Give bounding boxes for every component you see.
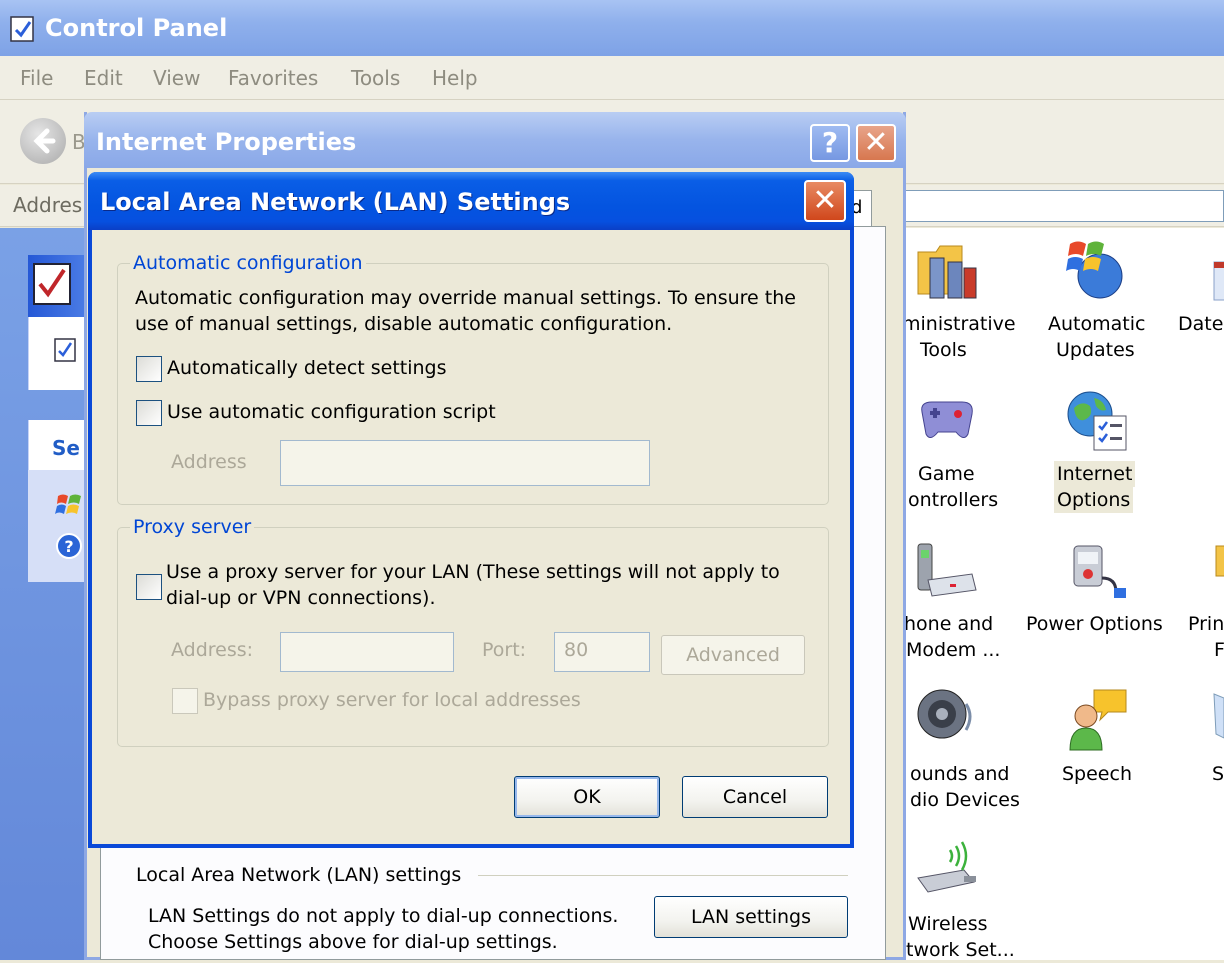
item-label: dio Devices [910, 789, 1020, 811]
close-button[interactable]: ✕ [804, 180, 846, 222]
help-button[interactable]: ? [810, 124, 850, 162]
proxy-address-label: Address: [171, 639, 254, 661]
bypass-local-checkbox[interactable] [172, 688, 198, 714]
cancel-button[interactable]: Cancel [682, 776, 828, 818]
auto-config-script-label[interactable]: Use automatic configuration script [167, 401, 496, 423]
date-time-icon [1213, 261, 1224, 301]
item-label: Updates [1056, 339, 1135, 361]
lan-section-description: LAN Settings do not apply to dial-up con… [148, 905, 619, 927]
automatic-updates-icon [1066, 241, 1123, 299]
control-panel-large-icon [33, 263, 71, 305]
menu-tools[interactable]: Tools [351, 66, 400, 90]
proxy-port-label: Port: [482, 639, 527, 661]
lan-settings-title: Local Area Network (LAN) Settings [100, 188, 571, 216]
back-arrow-icon [33, 128, 56, 154]
automatic-configuration-title: Automatic configuration [130, 252, 366, 274]
power-options-icon [1073, 545, 1126, 598]
item-label: Prin [1188, 613, 1224, 635]
svg-text:?: ? [64, 537, 73, 556]
item-label: S [1212, 763, 1224, 785]
switch-view-icon[interactable] [52, 336, 80, 364]
close-button[interactable]: ✕ [856, 124, 896, 162]
address-label: Addres [13, 193, 83, 217]
sounds-audio-icon [917, 689, 972, 739]
item-label: ministrative [902, 313, 1016, 335]
item-label: hone and [904, 613, 994, 635]
item-label: Wireless [908, 913, 988, 935]
menu-edit[interactable]: Edit [84, 66, 123, 90]
use-proxy-label[interactable]: dial-up or VPN connections). [166, 587, 435, 609]
menu-view[interactable]: View [153, 66, 200, 90]
menu-favorites[interactable]: Favorites [228, 66, 318, 90]
item-label: twork Set... [906, 939, 1015, 961]
lan-section-description: Choose Settings above for dial-up settin… [148, 931, 558, 953]
internet-properties-title: Internet Properties [96, 128, 357, 156]
internet-options-icon [1067, 391, 1127, 451]
use-proxy-checkbox[interactable] [136, 574, 162, 600]
game-controllers-icon [921, 401, 973, 438]
script-address-input[interactable] [280, 440, 650, 486]
advanced-button[interactable]: Advanced [661, 635, 805, 675]
lan-settings-button[interactable]: LAN settings [654, 896, 848, 938]
address-field[interactable] [900, 190, 1224, 222]
item-label: ounds and [910, 763, 1010, 785]
section-divider [478, 875, 848, 876]
item-label: F [1214, 639, 1224, 661]
item-label-internet-options[interactable]: Internet [1054, 461, 1136, 487]
system-icon [1213, 693, 1224, 739]
help-icon[interactable]: ? [55, 532, 83, 560]
item-label: Automatic [1048, 313, 1146, 335]
lan-section-label: Local Area Network (LAN) settings [136, 864, 462, 886]
proxy-port-value: 80 [564, 639, 589, 661]
control-panel-icon [10, 16, 34, 42]
see-also-box-body [28, 470, 90, 582]
auto-config-description: Automatic configuration may override man… [135, 287, 796, 309]
script-address-label: Address [171, 451, 247, 473]
menu-file[interactable]: File [20, 66, 53, 90]
item-label: Game [918, 463, 975, 485]
menu-help[interactable]: Help [432, 66, 478, 90]
wireless-network-icon [917, 841, 976, 893]
auto-config-description: use of manual settings, disable automati… [135, 313, 673, 335]
use-proxy-label[interactable]: Use a proxy server for your LAN (These s… [166, 561, 780, 583]
proxy-server-title: Proxy server [130, 516, 255, 538]
item-label-internet-options[interactable]: Options [1054, 487, 1134, 513]
item-label: Tools [920, 339, 967, 361]
proxy-address-input[interactable] [280, 632, 454, 672]
bypass-local-label[interactable]: Bypass proxy server for local addresses [203, 689, 581, 711]
administrative-tools-icon [917, 245, 977, 299]
auto-detect-checkbox[interactable] [136, 356, 162, 382]
speech-icon [1069, 689, 1127, 751]
back-button[interactable] [20, 118, 66, 164]
ok-button[interactable]: OK [514, 776, 660, 818]
auto-config-script-checkbox[interactable] [136, 400, 162, 426]
phone-modem-icon [917, 543, 977, 597]
windows-update-icon[interactable] [54, 490, 84, 520]
control-panel-title: Control Panel [45, 14, 228, 42]
auto-detect-label[interactable]: Automatically detect settings [167, 357, 447, 379]
printers-icon [1215, 545, 1224, 577]
item-label: Power Options [1026, 613, 1163, 635]
item-label: Speech [1062, 763, 1132, 785]
item-label: Date [1178, 313, 1224, 335]
see-also-title: Se [52, 436, 80, 460]
item-label: ontrollers [908, 489, 999, 511]
item-label: Modem ... [906, 639, 1001, 661]
